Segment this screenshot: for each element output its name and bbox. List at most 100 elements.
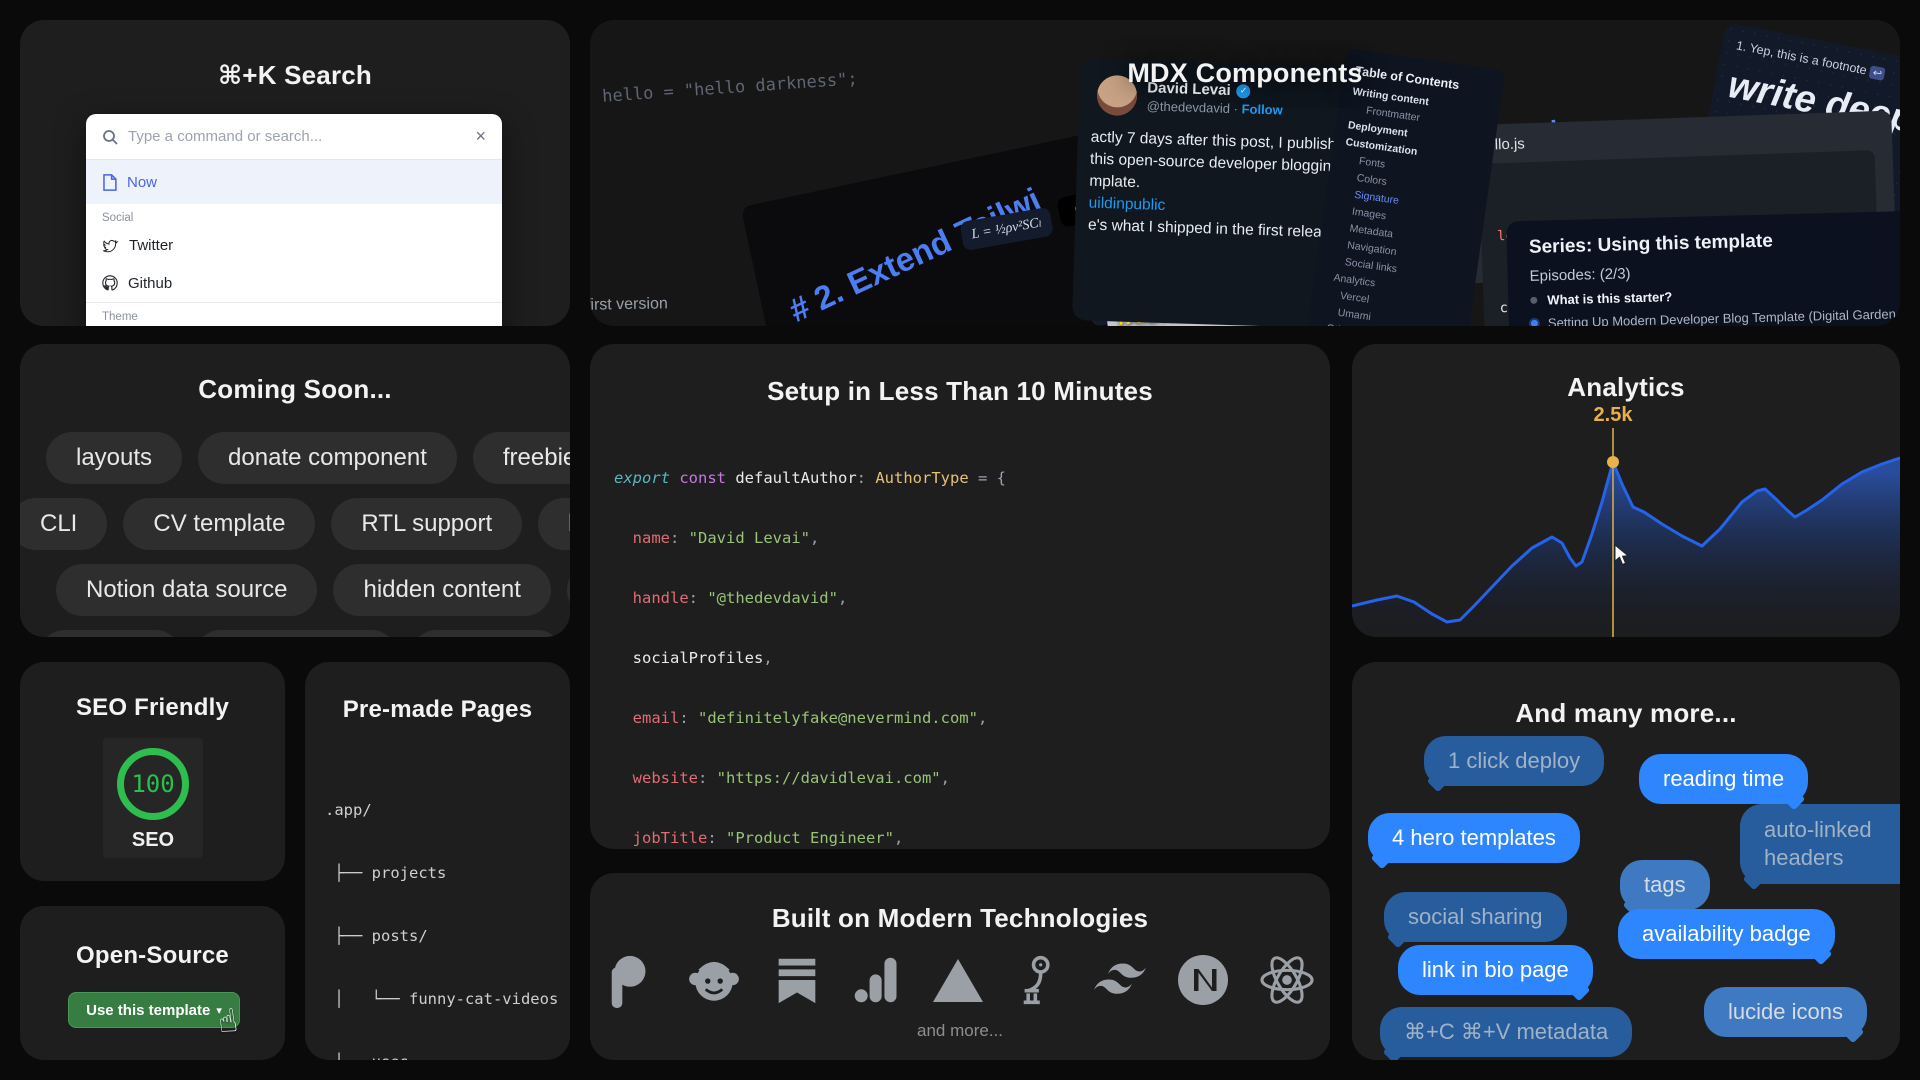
card-title: Coming Soon... <box>198 374 392 404</box>
series-item: What is this starter? <box>1530 283 1900 308</box>
series-title: Series: Using this template <box>1528 230 1774 258</box>
card-title: Analytics <box>1567 372 1685 402</box>
feature-bubble: 1 click deploy <box>1424 736 1605 786</box>
feature-bubble: social sharing <box>1384 892 1567 942</box>
tweet-handle-row: @thedevdavid · Follow <box>1147 98 1283 117</box>
twitter-icon <box>103 239 119 252</box>
use-template-label: Use this template <box>86 1001 211 1019</box>
feature-pill: layouts <box>538 498 570 550</box>
card-title: Setup in Less Than 10 Minutes <box>767 376 1153 406</box>
search-row: × <box>86 114 502 160</box>
bullet-active-icon <box>1530 319 1539 326</box>
card-title: Open-Source <box>76 942 229 969</box>
bento-grid-page: ⌘+K Search × Now Social <box>0 0 1920 1080</box>
feature-pill: freebie pag <box>472 432 570 484</box>
card-open-source: Open-Source Use this template ▾ ☝ <box>20 906 285 1060</box>
mailchimp-icon <box>689 961 739 1001</box>
tree-line: ├── projects <box>325 864 447 882</box>
tree-line: │ └── funny-cat-videos <box>325 990 559 1008</box>
search-input[interactable] <box>128 128 466 145</box>
score-value: 100 <box>131 770 175 798</box>
feature-bubble: ⌘+C ⌘+V metadata <box>1380 1007 1633 1057</box>
umami-icon <box>1023 955 1050 1005</box>
card-premade-pages: Pre-made Pages .app/ ├── projects ├── po… <box>305 662 570 1060</box>
feature-bubble: tags <box>1620 860 1710 910</box>
card-coming-soon: Coming Soon... layouts donate component … <box>20 344 570 637</box>
search-icon <box>103 129 118 145</box>
extend-tailwind-heading-large: # 2. Extend Tailwi <box>783 180 1047 326</box>
feature-pill <box>40 630 180 637</box>
code-line: handle: "@thedevdavid", <box>614 589 848 607</box>
peak-marker-dot <box>1607 456 1619 468</box>
tree-line: .app/ <box>325 801 372 819</box>
card-analytics: Analytics 2.5k <box>1352 344 1900 637</box>
separator: · <box>1233 101 1239 117</box>
feature-pill: RTL support <box>331 498 523 550</box>
palette-section-theme: Theme <box>86 302 502 325</box>
substack-icon <box>778 958 816 1004</box>
code-line: name: "David Levai", <box>614 529 820 547</box>
card-many-more: And many more... 1 click deploy auto-lin… <box>1352 662 1900 1060</box>
series-episodes: Episodes: (2/3) <box>1529 265 1631 285</box>
palette-item-twitter[interactable]: Twitter <box>86 226 502 264</box>
code-tab-label: hello.js <box>1477 135 1526 154</box>
file-tree: .app/ ├── projects ├── posts/ │ └── funn… <box>325 758 558 1060</box>
card-title: Built on Modern Technologies <box>771 903 1149 933</box>
feature-pill <box>412 630 562 637</box>
peak-value-label: 2.5k <box>1593 404 1633 426</box>
follow-button: Follow <box>1241 101 1283 118</box>
first-version-text: first version <box>590 295 668 314</box>
pill-row: layouts donate component freebie pag <box>46 432 570 484</box>
tailwind-icon <box>1094 963 1146 994</box>
feature-bubble: 4 hero templates <box>1368 813 1580 863</box>
close-icon[interactable]: × <box>475 126 486 147</box>
github-icon <box>102 275 118 291</box>
series-card: Series: Using this template Episodes: (2… <box>1506 210 1900 326</box>
palette-item-now[interactable]: Now <box>86 160 502 204</box>
feature-pill: CLI <box>20 498 108 550</box>
palette-section-social: Social <box>102 212 134 224</box>
vercel-icon <box>933 959 983 1002</box>
code-line: export const defaultAuthor: AuthorType =… <box>614 469 1006 487</box>
feature-pill: hidden content <box>333 564 551 616</box>
card-title: And many more... <box>1515 698 1737 728</box>
document-icon <box>103 173 117 191</box>
pill-row: Notion data source hidden content Sa <box>56 564 570 616</box>
author-handle: @thedevdavid <box>1146 98 1231 116</box>
feature-pill <box>196 630 396 637</box>
code-line: jobTitle: "Product Engineer", <box>614 829 904 847</box>
score-label: SEO <box>131 829 175 851</box>
card-built-on: Built on Modern Technologies and more... <box>590 873 1330 1060</box>
react-icon <box>1260 956 1314 1004</box>
feature-pill: Sa <box>566 564 570 616</box>
card-title: SEO Friendly <box>75 694 230 721</box>
pill-row: CLI CV template RTL support layouts <box>20 498 570 550</box>
google-analytics-icon <box>854 957 897 1003</box>
feature-pill: CV template <box>123 498 316 550</box>
feature-bubble: reading time <box>1639 754 1809 804</box>
nextjs-icon <box>1178 955 1228 1005</box>
palette-item-label: Now <box>127 173 158 191</box>
palette-item-label: Twitter <box>129 236 174 254</box>
config-code-block: export const defaultAuthor: AuthorType =… <box>614 428 1330 849</box>
pill-row-clipped <box>40 630 562 637</box>
card-seo-friendly: SEO Friendly 100 SEO <box>20 662 285 881</box>
lighthouse-score-panel: 100 SEO <box>103 738 203 858</box>
feature-pill: Notion data source <box>56 564 318 616</box>
code-line: website: "https://davidlevai.com", <box>614 769 950 787</box>
code-line: email: "definitelyfake@nevermind.com", <box>614 709 988 727</box>
feature-pill: donate component <box>198 432 457 484</box>
series-item: Setting Up Modern Developer Blog Templat… <box>1530 305 1900 326</box>
card-mdx-components: hello = "hello darkness"; # 2. Extend Ta… <box>590 20 1900 326</box>
plausible-icon <box>611 955 646 1008</box>
mouse-cursor-icon <box>1614 544 1630 566</box>
card-title: MDX Components <box>1127 58 1363 88</box>
series-item-label: Setting Up Modern Developer Blog Templat… <box>1547 305 1900 326</box>
tree-line: ├── posts/ <box>325 927 428 945</box>
tech-logo-row <box>604 951 1316 1009</box>
series-item-label: What is this starter? <box>1547 289 1673 308</box>
use-template-button[interactable]: Use this template ▾ <box>68 992 240 1028</box>
palette-item-github[interactable]: Github <box>86 264 502 302</box>
card-title: ⌘+K Search <box>217 60 373 90</box>
card-title: Pre-made Pages <box>342 696 533 723</box>
